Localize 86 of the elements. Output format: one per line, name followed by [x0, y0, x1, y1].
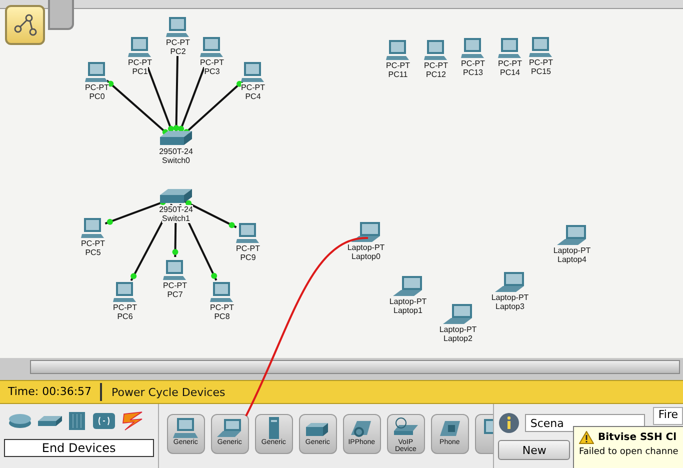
device-name-label: PC15 [530, 67, 551, 76]
wireless-icon[interactable] [92, 412, 116, 430]
desktop-computer-icon[interactable] [241, 61, 265, 83]
column-header: Fire [653, 407, 683, 425]
device-model-label: 2950T-24 [159, 205, 193, 214]
desktop-computer-icon[interactable] [166, 16, 190, 38]
warning-icon [579, 431, 594, 444]
desktop-computer-icon[interactable] [210, 281, 234, 303]
device-model-label: PC-PT [85, 83, 109, 92]
device-name-label: PC13 [462, 68, 483, 77]
new-button[interactable]: New [498, 440, 570, 460]
device-model-label: PC-PT [424, 61, 448, 70]
device-name-label: PC9 [240, 253, 256, 262]
device-name-label: Laptop1 [394, 306, 422, 315]
device-name-label: PC4 [245, 92, 261, 101]
laptop-icon[interactable] [557, 224, 587, 246]
device-name-label: Switch1 [162, 214, 190, 223]
device-name-label: Laptop2 [444, 334, 472, 343]
switch-icon[interactable] [38, 415, 62, 427]
device-model-label: PC-PT [241, 83, 265, 92]
device-name-label: PC0 [89, 92, 105, 101]
device-name-label: Laptop4 [558, 255, 586, 264]
router-icon[interactable] [8, 413, 32, 429]
device-model-label: PC-PT [529, 58, 553, 67]
device-name-label: PC1 [132, 67, 148, 76]
device-model-label: Laptop-PT [389, 297, 427, 306]
desktop-computer-icon[interactable] [128, 36, 152, 58]
switch-icon[interactable] [158, 187, 194, 205]
device-name-label: PC12 [426, 70, 446, 79]
category-label: End Devices [4, 439, 154, 457]
device-model-label: 2950T-24 [159, 147, 193, 156]
laptop-icon[interactable] [351, 221, 381, 243]
device-model-label: Laptop-PT [439, 325, 477, 334]
device-name-label: PC5 [85, 248, 101, 257]
info-icon[interactable] [498, 412, 520, 434]
laptop-icon[interactable] [495, 271, 525, 293]
laptop-icon[interactable] [393, 275, 423, 297]
desktop-computer-icon[interactable] [113, 281, 137, 303]
logical-workspace[interactable] [0, 0, 683, 358]
simulation-time: Time: 00:36:57 [0, 383, 102, 401]
desktop-computer-icon[interactable] [461, 37, 485, 59]
device-model-label: Laptop-PT [491, 293, 529, 302]
desktop-computer-icon[interactable] [85, 61, 109, 83]
device-model-label: PC-PT [236, 244, 260, 253]
desktop-computer-icon[interactable] [424, 39, 448, 61]
device-name-label: Laptop3 [496, 302, 524, 311]
device-name-label: PC3 [204, 67, 220, 76]
switch-icon[interactable] [158, 129, 194, 147]
desktop-computer-icon[interactable] [498, 37, 522, 59]
lightning-icon[interactable] [122, 411, 144, 431]
desktop-computer-icon[interactable] [386, 39, 410, 61]
pc-device-icon [172, 417, 199, 439]
device-model-label: PC-PT [113, 303, 137, 312]
device-name-label: PC8 [214, 312, 230, 321]
device-model-label: PC-PT [81, 239, 105, 248]
notification-message: Failed to open channe [579, 447, 680, 457]
desktop-computer-icon[interactable] [200, 36, 224, 58]
desktop-computer-icon[interactable] [236, 222, 260, 244]
device-model-label: PC-PT [163, 281, 187, 290]
device-model-label: PC-PT [200, 58, 224, 67]
desktop-computer-icon[interactable] [529, 36, 553, 58]
device-name-label: PC7 [167, 290, 183, 299]
device-model-label: Laptop-PT [553, 246, 591, 255]
device-model-label: Laptop-PT [347, 243, 385, 252]
device-model-label: PC-PT [386, 61, 410, 70]
device-model-label: PC-PT [210, 303, 234, 312]
device-name-label: PC2 [170, 47, 186, 56]
horizontal-scrollbar[interactable] [30, 360, 680, 374]
laptop-icon[interactable] [443, 303, 473, 325]
device-model-label: PC-PT [166, 38, 190, 47]
hub-icon[interactable] [68, 411, 86, 431]
notification-title: Bitvise SSH Cl [598, 432, 677, 443]
network-graph-icon [12, 13, 38, 37]
laptop-device-icon [216, 417, 243, 439]
device-name-label: Switch0 [162, 156, 190, 165]
desktop-computer-icon[interactable] [163, 259, 187, 281]
logical-view-button[interactable] [5, 5, 45, 45]
device-name-label: PC11 [388, 70, 408, 79]
device-name-label: PC14 [500, 68, 520, 77]
device-name-label: PC6 [117, 312, 133, 321]
desktop-computer-icon[interactable] [81, 217, 105, 239]
power-cycle-button[interactable]: Power Cycle Devices [102, 386, 236, 398]
device-model-label: PC-PT [498, 59, 522, 68]
device-model-label: PC-PT [128, 58, 152, 67]
device-model-label: PC-PT [461, 59, 485, 68]
device-name-label: Laptop0 [352, 252, 380, 261]
